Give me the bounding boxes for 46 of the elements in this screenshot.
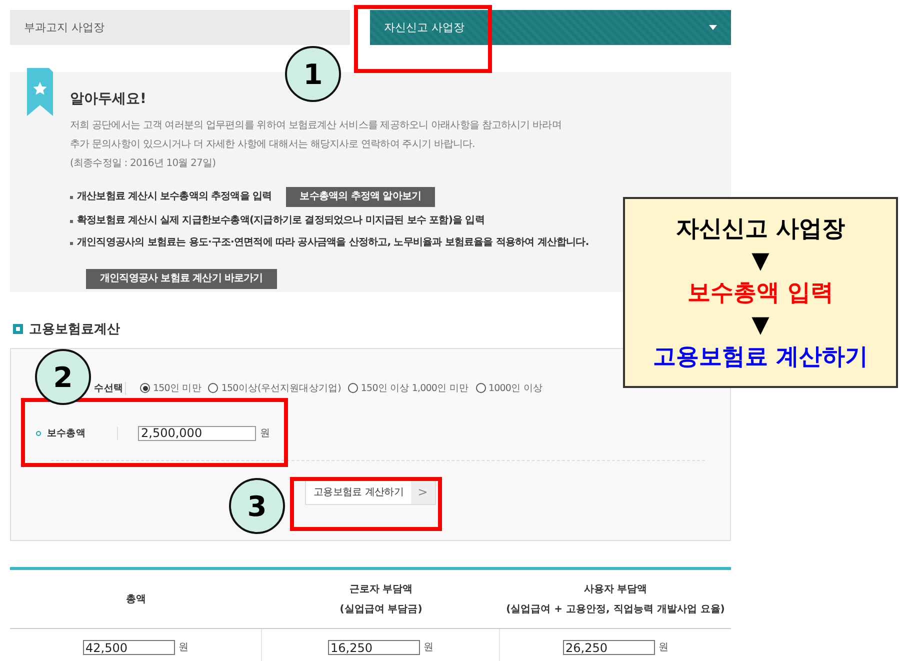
bullet-text: 개인직영공사의 보험료는 용도·구조·연면적에 따라 공사금액을 산정하고, 노무비율과 보험료율을 적용하여 계산합니다.: [77, 236, 589, 250]
notice-title: 알아두세요!: [70, 90, 148, 108]
tab[interactable]: 자신신고 사업장: [370, 10, 731, 45]
radio-button[interactable]: [140, 383, 150, 393]
step-marker: 1: [285, 46, 341, 102]
section-title: 고용보험료계산: [29, 321, 120, 338]
bullet-icon: [70, 220, 73, 222]
callout-text: 자신신고 사업장: [676, 214, 845, 242]
input-field[interactable]: 2,500,000: [138, 426, 256, 440]
radio-option[interactable]: 1000인 이상: [476, 382, 542, 394]
unit-label: 원: [178, 641, 188, 654]
result-field[interactable]: 42,500: [82, 640, 174, 654]
unit-label: 원: [260, 427, 270, 440]
callout-text: 보수총액 입력: [687, 278, 834, 306]
notice-text: 저희 공단에서는 고객 여러분의 업무편의를 위하여 보험료계산 서비스를 제공하오니 아래사항을 참고하시기 바라며: [70, 119, 562, 133]
callout-text: 고용보험료 계산하기: [652, 342, 868, 370]
result-field[interactable]: 26,250: [562, 640, 654, 654]
radio-option[interactable]: 150인 미만: [140, 382, 202, 394]
bullet-icon: [70, 196, 73, 198]
square-icon: [13, 324, 23, 334]
field-label: 보수총액: [47, 426, 86, 440]
column-header: 사용자 부담액 (실업급여 + 고용안정, 직업능력 개발사업 요율): [500, 570, 731, 629]
bullet-text: 확정보험료 계산시 실제 지급한보수총액(지급하기로 결정되었으나 미지급된 보수 포함)을 입력: [77, 214, 484, 228]
column-header: 근로자 부담액 (실업급여 부담금): [262, 570, 500, 629]
notice-text: 추가 문의사항이 있으시거나 더 자세한 사항에 대해서는 해당지사로 연락하여 주시기 바랍니다.: [70, 138, 476, 152]
caret-icon: [709, 25, 717, 30]
link-button[interactable]: 보수총액의 추정액 알아보기: [286, 187, 436, 207]
calculate-button[interactable]: 고용보험료 계산하기 >: [305, 479, 436, 505]
unit-label: 원: [424, 641, 434, 654]
dot-icon: [36, 430, 41, 436]
column-header: 총액: [10, 570, 262, 629]
notice-text: (최종수정일 : 2016년 10월 27일): [70, 157, 217, 171]
unit-label: 원: [658, 641, 668, 654]
radio-button[interactable]: [348, 383, 358, 393]
bullet-icon: [70, 242, 73, 244]
link-button[interactable]: 개인직영공사 보험료 계산기 바로가기: [86, 269, 277, 289]
radio-button[interactable]: [476, 383, 486, 393]
tab[interactable]: 부과고지 사업장: [10, 10, 350, 45]
callout-text: ▼: [752, 246, 770, 274]
radio-button[interactable]: [208, 383, 218, 393]
radio-option[interactable]: 150이상(우선지원대상기업): [208, 382, 341, 394]
radio-option[interactable]: 150인 이상 1,000인 미만: [348, 382, 468, 394]
field-label: 수선택: [94, 382, 123, 394]
result-field[interactable]: 16,250: [328, 640, 420, 654]
bullet-text: 개산보험료 계산시 보수총액의 추정액을 입력: [77, 190, 272, 204]
callout-text: ▼: [752, 310, 770, 338]
